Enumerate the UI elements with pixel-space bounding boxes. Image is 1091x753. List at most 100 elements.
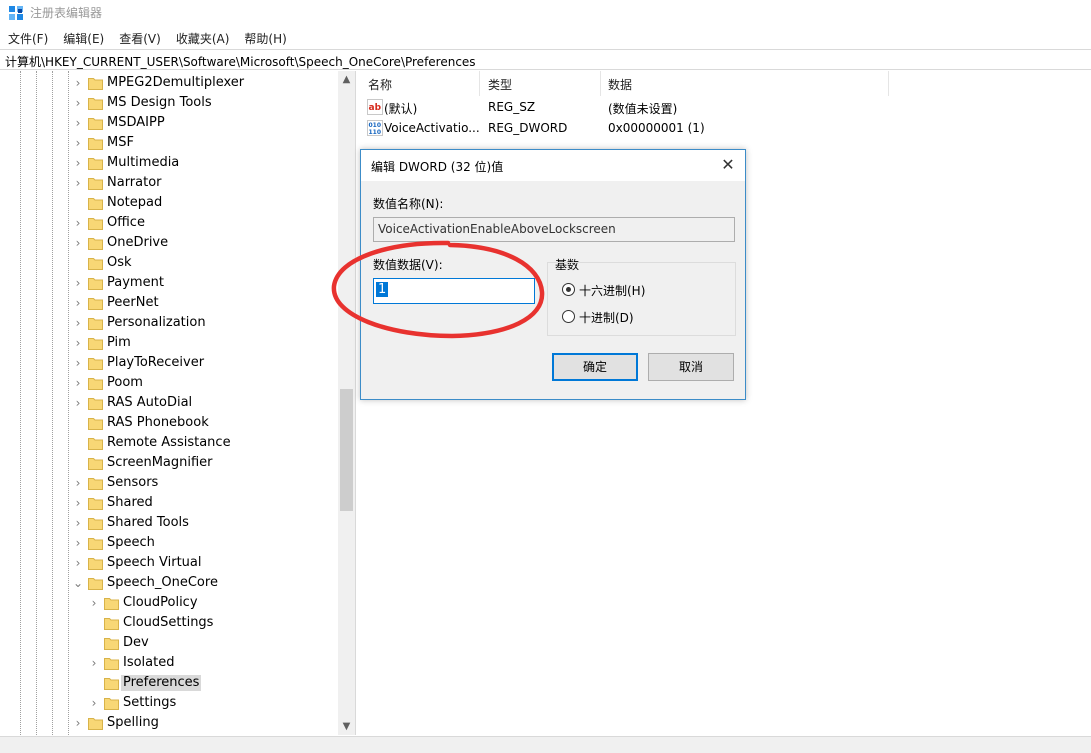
chevron-right-icon[interactable]: ›: [72, 236, 84, 250]
chevron-right-icon[interactable]: ›: [88, 696, 100, 710]
chevron-right-icon[interactable]: ›: [72, 76, 84, 90]
folder-icon: [88, 256, 103, 270]
chevron-right-icon[interactable]: ›: [72, 376, 84, 390]
tree-item-label: PlayToReceiver: [107, 355, 205, 370]
folder-icon: [88, 536, 103, 550]
tree-item[interactable]: › Narrator: [0, 173, 338, 193]
chevron-right-icon[interactable]: ›: [72, 96, 84, 110]
chevron-right-icon[interactable]: ›: [72, 476, 84, 490]
tree-item[interactable]: › MSF: [0, 133, 338, 153]
tree-item-label: CloudPolicy: [123, 595, 198, 610]
chevron-right-icon[interactable]: ›: [72, 536, 84, 550]
scroll-down-arrow-icon[interactable]: ▼: [338, 718, 355, 735]
menu-help[interactable]: 帮助(H): [236, 26, 293, 48]
chevron-right-icon[interactable]: ›: [72, 276, 84, 290]
chevron-right-icon[interactable]: ›: [72, 396, 84, 410]
tree-item[interactable]: › MS Design Tools: [0, 93, 338, 113]
tree-item-label: Office: [107, 215, 145, 230]
tree-scrollbar[interactable]: ▲ ▼: [338, 71, 355, 735]
chevron-right-icon[interactable]: ›: [72, 176, 84, 190]
chevron-right-icon[interactable]: ›: [72, 356, 84, 370]
chevron-right-icon[interactable]: ›: [72, 716, 84, 730]
chevron-right-icon[interactable]: ›: [72, 316, 84, 330]
tree-item-label: Sensors: [107, 475, 159, 490]
column-name[interactable]: 名称: [361, 71, 480, 96]
close-icon[interactable]: ✕: [717, 155, 739, 175]
chevron-right-icon[interactable]: ›: [72, 516, 84, 530]
folder-icon: [88, 496, 103, 510]
chevron-right-icon[interactable]: ›: [72, 496, 84, 510]
tree-item[interactable]: › Poom: [0, 373, 338, 393]
tree-item[interactable]: › Isolated: [0, 653, 338, 673]
tree-item[interactable]: › Shared: [0, 493, 338, 513]
cancel-button[interactable]: 取消: [648, 353, 734, 381]
scroll-up-arrow-icon[interactable]: ▲: [338, 71, 355, 88]
tree-item[interactable]: Dev: [0, 633, 338, 653]
menu-file[interactable]: 文件(F): [0, 26, 55, 48]
tree-item[interactable]: › PeerNet: [0, 293, 338, 313]
ok-button[interactable]: 确定: [552, 353, 638, 381]
chevron-right-icon[interactable]: ›: [72, 136, 84, 150]
scroll-thumb[interactable]: [340, 389, 353, 511]
tree-item[interactable]: › MSDAIPP: [0, 113, 338, 133]
chevron-right-icon[interactable]: ›: [72, 556, 84, 570]
chevron-right-icon[interactable]: ›: [72, 216, 84, 230]
tree-item[interactable]: › OneDrive: [0, 233, 338, 253]
tree-item[interactable]: › Office: [0, 213, 338, 233]
tree-item[interactable]: › Sensors: [0, 473, 338, 493]
tree-item[interactable]: CloudSettings: [0, 613, 338, 633]
address-bar[interactable]: 计算机\HKEY_CURRENT_USER\Software\Microsoft…: [0, 49, 1091, 70]
folder-icon: [88, 556, 103, 570]
tree-item[interactable]: ScreenMagnifier: [0, 453, 338, 473]
tree-item[interactable]: Notepad: [0, 193, 338, 213]
tree-item[interactable]: › Pim: [0, 333, 338, 353]
registry-tree[interactable]: › MPEG2Demultiplexer › MS Design Tools › MSDA…: [0, 71, 356, 735]
window-title: 注册表编辑器: [30, 6, 103, 20]
tree-item[interactable]: › Multimedia: [0, 153, 338, 173]
chevron-right-icon[interactable]: ›: [88, 596, 100, 610]
tree-item[interactable]: › PlayToReceiver: [0, 353, 338, 373]
tree-item[interactable]: Osk: [0, 253, 338, 273]
tree-item[interactable]: › Speech Virtual: [0, 553, 338, 573]
tree-item[interactable]: › Personalization: [0, 313, 338, 333]
tree-item[interactable]: › Payment: [0, 273, 338, 293]
chevron-down-icon[interactable]: ⌄: [72, 576, 84, 590]
tree-item[interactable]: › Shared Tools: [0, 513, 338, 533]
column-type[interactable]: 类型: [481, 71, 601, 96]
menu-favorites[interactable]: 收藏夹(A): [168, 26, 237, 48]
folder-icon: [88, 176, 103, 190]
tree-item[interactable]: RAS Phonebook: [0, 413, 338, 433]
menu-view[interactable]: 查看(V): [111, 26, 168, 48]
tree-item[interactable]: Preferences: [0, 673, 338, 693]
tree-item[interactable]: › Settings: [0, 693, 338, 713]
folder-icon: [88, 216, 103, 230]
chevron-right-icon[interactable]: ›: [72, 116, 84, 130]
value-name-field[interactable]: VoiceActivationEnableAboveLockscreen: [373, 217, 735, 242]
tree-item[interactable]: › MPEG2Demultiplexer: [0, 73, 338, 93]
value-data: (数值未设置): [608, 102, 678, 116]
column-data[interactable]: 数据: [601, 71, 889, 96]
folder-icon: [88, 136, 103, 150]
menu-edit[interactable]: 编辑(E): [55, 26, 111, 48]
tree-item[interactable]: › Speech: [0, 533, 338, 553]
tree-item[interactable]: › Spelling: [0, 713, 338, 733]
list-row[interactable]: ab (默认) REG_SZ (数值未设置): [361, 97, 1091, 117]
folder-icon: [88, 456, 103, 470]
tree-item[interactable]: › CloudPolicy: [0, 593, 338, 613]
chevron-right-icon[interactable]: ›: [72, 156, 84, 170]
chevron-right-icon[interactable]: ›: [88, 656, 100, 670]
tree-item[interactable]: Remote Assistance: [0, 433, 338, 453]
list-row[interactable]: 010 110 VoiceActivatio... REG_DWORD 0x00…: [361, 118, 1091, 138]
tree-item-label: ScreenMagnifier: [107, 455, 213, 470]
address-path[interactable]: 计算机\HKEY_CURRENT_USER\Software\Microsoft…: [5, 53, 476, 70]
tree-item-label: Isolated: [123, 655, 175, 670]
folder-icon: [88, 296, 103, 310]
tree-item-label: MSF: [107, 135, 134, 150]
chevron-right-icon[interactable]: ›: [72, 336, 84, 350]
value-data-input[interactable]: 1: [373, 278, 535, 304]
tree-item[interactable]: ⌄ Speech_OneCore: [0, 573, 338, 593]
folder-icon: [88, 516, 103, 530]
chevron-right-icon[interactable]: ›: [72, 296, 84, 310]
tree-item-label: Notepad: [107, 195, 163, 210]
tree-item[interactable]: › RAS AutoDial: [0, 393, 338, 413]
